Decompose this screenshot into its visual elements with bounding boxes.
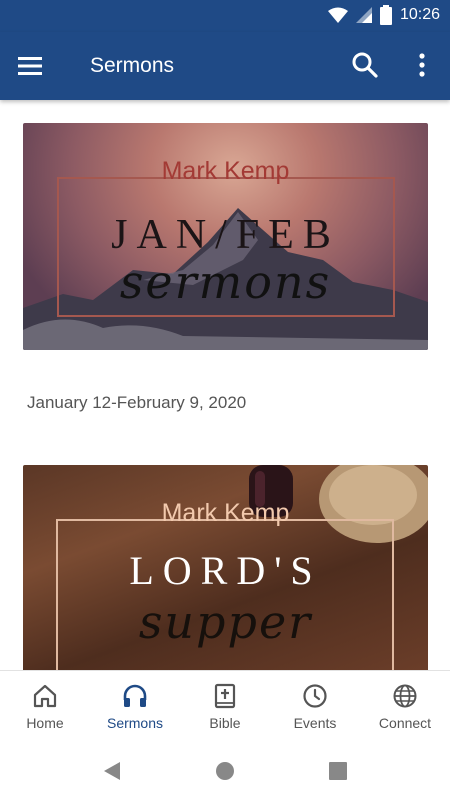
image-script-text: sermons (119, 255, 332, 309)
hamburger-menu-icon (18, 57, 42, 75)
clock-icon (303, 684, 327, 708)
image-author-text: Mark Kemp (161, 157, 290, 185)
status-bar: 10:26 (0, 0, 450, 32)
sermon-list: Mark Kemp JAN/FEB sermons January 12-Feb… (0, 100, 450, 670)
nav-item-bible[interactable]: Bible (180, 671, 270, 741)
search-icon (352, 52, 378, 78)
recents-icon[interactable] (327, 760, 349, 782)
sermon-series-image-jan-feb[interactable]: Mark Kemp JAN/FEB sermons (23, 123, 428, 350)
nav-item-connect[interactable]: Connect (360, 671, 450, 741)
system-navigation-bar (0, 740, 450, 800)
home-icon (33, 684, 57, 708)
battery-icon (379, 5, 392, 25)
nav-item-sermons[interactable]: Sermons (90, 671, 180, 741)
globe-icon (393, 684, 417, 708)
back-icon[interactable] (101, 760, 123, 782)
app-bar: Sermons (0, 32, 450, 100)
nav-label: Bible (209, 715, 241, 731)
more-vert-icon (419, 53, 425, 77)
image-heading-text: JAN/FEB (111, 212, 340, 258)
nav-label: Events (293, 715, 337, 731)
image-script-text: supper (138, 595, 313, 649)
status-icons: 10:26 (327, 5, 440, 25)
nav-item-events[interactable]: Events (270, 671, 360, 741)
image-heading-text: LORD'S (129, 548, 322, 593)
wifi-icon (327, 7, 348, 23)
bible-icon (214, 683, 236, 709)
image-author-text: Mark Kemp (161, 499, 290, 527)
nav-label: Connect (378, 715, 432, 731)
search-button[interactable] (351, 51, 381, 81)
menu-button[interactable] (18, 52, 52, 80)
status-time: 10:26 (399, 6, 440, 23)
sermon-date-range: January 12-February 9, 2020 (27, 393, 247, 412)
home-circle-icon[interactable] (214, 760, 236, 782)
more-options-button[interactable] (410, 51, 434, 81)
cell-signal-icon (355, 7, 372, 23)
headphones-icon (123, 684, 147, 707)
nav-label: Sermons (106, 715, 164, 731)
bottom-navigation: Home Sermons Bible Events Connect (0, 670, 450, 741)
page-title: Sermons (90, 54, 175, 77)
nav-label: Home (26, 715, 64, 731)
sermon-series-image-lords-supper[interactable]: Mark Kemp LORD'S supper (23, 465, 428, 670)
nav-item-home[interactable]: Home (0, 671, 90, 741)
